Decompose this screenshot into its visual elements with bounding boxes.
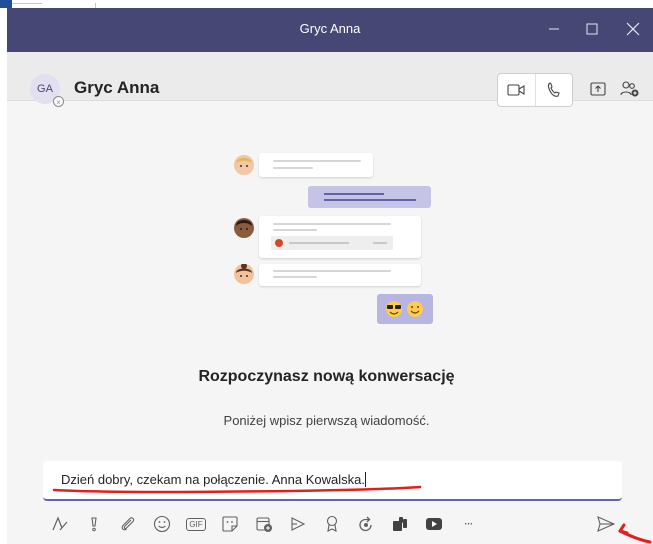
gif-button[interactable]: GIF [179,509,213,539]
presence-offline-icon: × [53,96,64,107]
contact-name[interactable]: Gryc Anna [74,78,159,98]
illustration-emoji-bubble [377,294,433,324]
illustration-bubble [259,153,373,177]
schedule-meeting-button[interactable] [247,509,281,539]
share-screen-button[interactable] [582,73,614,105]
person-avatar-icon [234,155,254,175]
empty-state-title: Rozpoczynasz nową konwersację [198,368,455,385]
add-people-button[interactable] [614,73,646,105]
minimize-button[interactable] [539,14,569,44]
message-compose-box[interactable]: Dzień dobry, czekam na połączenie. Anna … [43,461,622,501]
sticker-button[interactable] [213,509,247,539]
person-avatar-icon [234,263,254,284]
avatar[interactable]: GA × [30,74,64,107]
background-line [12,3,42,4]
exclamation-icon [91,517,97,532]
share-screen-icon [590,82,606,96]
praise-button[interactable] [315,509,349,539]
app-button[interactable] [383,509,417,539]
play-arrow-icon [291,517,306,531]
maximize-icon [586,23,598,35]
chat-header: GA × Gryc Anna [7,52,653,107]
background-desktop-strip [0,0,653,8]
stream-button[interactable] [281,509,315,539]
close-icon [626,22,640,36]
call-buttons-group [497,73,573,107]
empty-state-subtitle: Poniżej wpisz pierwszą wiadomość. [223,413,430,428]
illustration-bubble [259,216,421,258]
medal-icon [326,515,338,532]
format-button[interactable] [43,509,77,539]
youtube-button[interactable] [417,509,451,539]
loop-button[interactable] [349,509,383,539]
audio-call-button[interactable] [534,74,573,106]
title-bar: Gryc Anna [7,8,653,52]
video-call-button[interactable] [498,74,535,106]
more-icon: ··· [463,517,474,531]
smiley-icon [153,515,171,533]
sticker-icon [222,516,238,532]
red-underline-annotation [52,485,422,494]
close-button[interactable] [618,14,648,44]
illustration-bubble [259,264,421,286]
emoji-icon [386,301,423,317]
paperclip-icon [121,517,135,531]
format-icon [52,516,68,531]
illustration-reply-bubble [308,186,431,208]
hand-app-icon [393,517,407,531]
minimize-icon [549,28,559,30]
priority-button[interactable] [77,509,111,539]
attach-button[interactable] [111,509,145,539]
gif-icon: GIF [186,517,206,531]
maximize-button[interactable] [577,14,607,44]
phone-icon [547,82,560,97]
compose-toolbar: GIF ··· [43,509,485,539]
background-app-edge [0,0,12,8]
more-options-button[interactable]: ··· [451,509,485,539]
calendar-add-icon [256,517,272,532]
avatar-initials: GA [37,83,53,95]
loop-icon [359,516,372,532]
empty-chat-illustration [225,146,440,326]
youtube-icon [426,518,442,530]
red-arrow-annotation [618,523,652,544]
person-avatar-icon [234,218,254,238]
add-people-icon [620,81,639,97]
video-camera-icon [507,84,525,96]
emoji-button[interactable] [145,509,179,539]
